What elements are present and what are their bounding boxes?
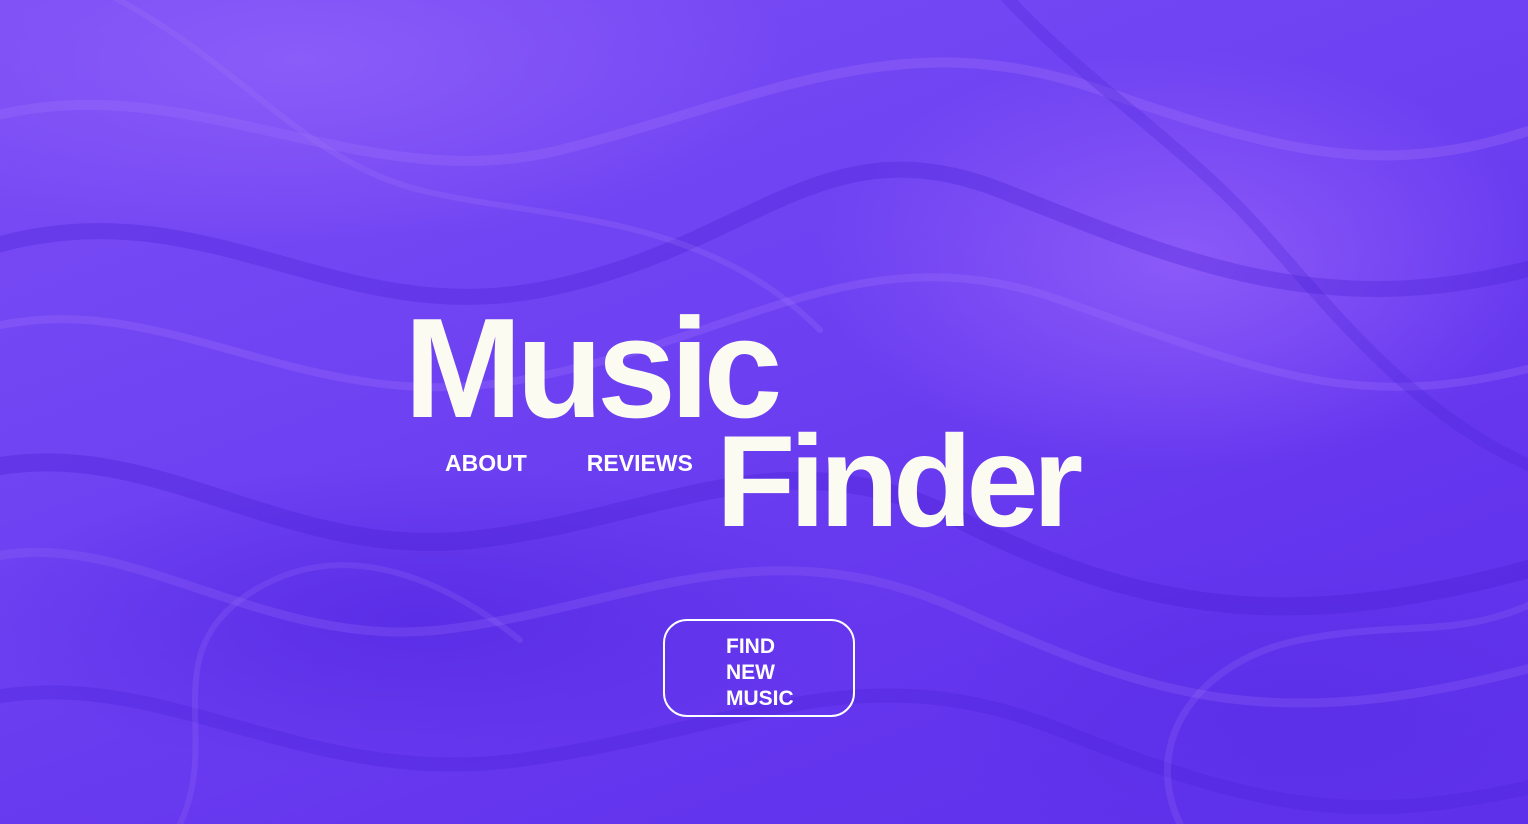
cta-line-music: MUSIC	[726, 686, 794, 710]
nav-link-reviews[interactable]: REVIEWS	[587, 449, 693, 477]
cta-line-new: NEW	[726, 660, 775, 684]
nav-link-about[interactable]: ABOUT	[445, 449, 527, 477]
main-nav: ABOUT REVIEWS	[445, 449, 693, 477]
cta-line-find: FIND	[726, 634, 775, 658]
find-new-music-button[interactable]: FIND NEW MUSIC	[663, 619, 855, 717]
logo-finder: Finder	[716, 408, 1083, 554]
